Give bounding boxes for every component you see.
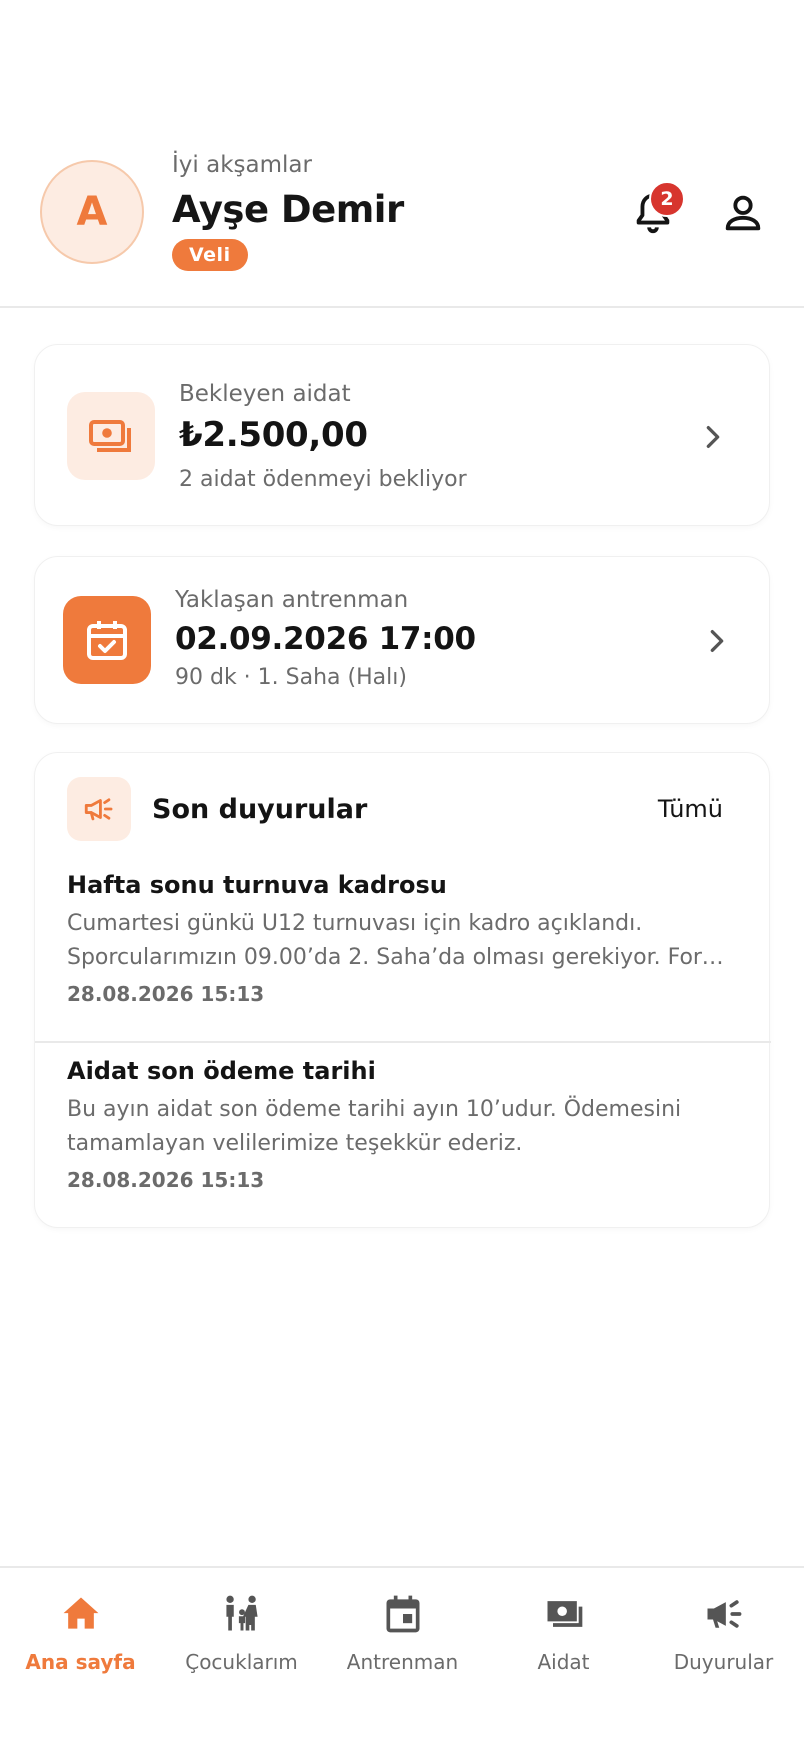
megaphone-icon	[707, 1600, 741, 1628]
announcements-title: Son duyurular	[152, 794, 368, 825]
dues-icon-box	[67, 392, 155, 480]
nav-item-training[interactable]: Antrenman	[322, 1568, 483, 1688]
megaphone-icon	[84, 798, 113, 821]
announcement-body-line: Sporcularımızın 09.00’da 2. Saha’da olma…	[67, 945, 737, 970]
announcement-item[interactable]: Hafta sonu turnuva kadrosu Cumartesi gün…	[35, 871, 771, 1037]
profile-button[interactable]	[720, 190, 766, 236]
announcement-body-line: Bu ayın aidat son ödeme tarihi ayın 10’u…	[67, 1097, 682, 1122]
announcement-title: Aidat son ödeme tarihi	[67, 1057, 376, 1085]
announcement-item[interactable]: Aidat son ödeme tarihi Bu ayın aidat son…	[35, 1057, 771, 1207]
nav-label: Duyurular	[673, 1650, 774, 1674]
calendar-icon	[386, 1595, 419, 1633]
view-all-link[interactable]: Tümü	[658, 795, 723, 823]
person-icon	[725, 195, 761, 231]
nav-label: Antrenman	[346, 1650, 459, 1674]
nav-label: Ana sayfa	[25, 1650, 136, 1674]
calendar-check-icon	[87, 621, 127, 660]
avatar[interactable]: A	[40, 160, 144, 264]
nav-item-children[interactable]: Çocuklarım	[161, 1568, 322, 1688]
nav-label: Çocuklarım	[185, 1650, 298, 1674]
dues-label: Bekleyen aidat	[179, 381, 351, 407]
announcement-title: Hafta sonu turnuva kadrosu	[67, 871, 447, 899]
nav-label: Aidat	[537, 1650, 590, 1674]
payments-icon	[547, 1601, 582, 1627]
announcement-body-line: Cumartesi günkü U12 turnuvası için kadro…	[67, 911, 643, 936]
app-header: A İyi akşamlar Ayşe Demir Veli 2	[0, 0, 804, 308]
payments-icon	[89, 420, 131, 452]
chevron-right-icon	[710, 630, 724, 652]
training-label: Yaklaşan antrenman	[175, 587, 409, 613]
announcement-date: 28.08.2026 15:13	[67, 982, 265, 1006]
nav-item-home[interactable]: Ana sayfa	[0, 1568, 161, 1688]
announcement-body-line: tamamlayan velilerimize teşekkür ederiz.	[67, 1131, 523, 1156]
announcements-icon-box	[67, 777, 131, 841]
family-icon	[225, 1595, 258, 1631]
announcement-date: 28.08.2026 15:13	[67, 1168, 265, 1192]
pending-dues-card[interactable]: Bekleyen aidat ₺2.500,00 2 aidat ödenmey…	[34, 344, 770, 526]
user-name: Ayşe Demir	[172, 188, 404, 231]
announcement-body: Bu ayın aidat son ödeme tarihi ayın 10’u…	[67, 1093, 737, 1161]
upcoming-training-card[interactable]: Yaklaşan antrenman 02.09.2026 17:00 90 d…	[34, 556, 770, 724]
bottom-navigation: Ana sayfa Çocuklarım Antrenman Aidat Duy…	[0, 1566, 804, 1748]
greeting-text: İyi akşamlar	[172, 152, 312, 178]
dues-subtitle: 2 aidat ödenmeyi bekliyor	[179, 467, 467, 492]
notification-count-badge: 2	[649, 181, 685, 217]
divider	[35, 1041, 771, 1043]
training-datetime: 02.09.2026 17:00	[175, 621, 476, 657]
nav-item-dues[interactable]: Aidat	[483, 1568, 644, 1688]
dues-amount: ₺2.500,00	[179, 415, 368, 455]
training-icon-box	[63, 596, 151, 684]
announcement-body: Cumartesi günkü U12 turnuvası için kadro…	[67, 907, 737, 975]
nav-item-announcements[interactable]: Duyurular	[643, 1568, 804, 1688]
chevron-right-icon	[706, 426, 720, 448]
training-details: 90 dk · 1. Saha (Halı)	[175, 665, 407, 690]
announcements-card: Son duyurular Tümü Hafta sonu turnuva ka…	[34, 752, 771, 1228]
role-badge: Veli	[172, 239, 248, 271]
home-icon	[63, 1597, 98, 1629]
